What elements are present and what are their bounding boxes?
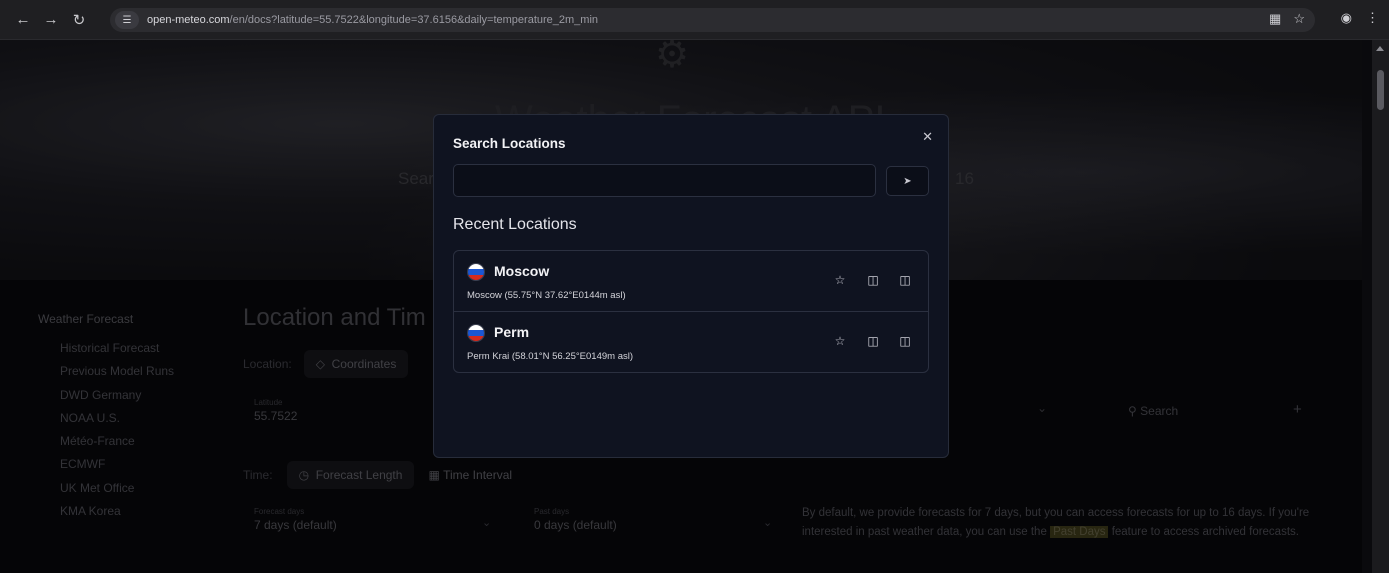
sidebar-item-meteo-france[interactable]: Météo-France [60, 430, 218, 453]
search-locations-modal: Search Locations ✕ ➤ Recent Locations Mo… [433, 114, 949, 458]
sidebar-item-previous-model-runs[interactable]: Previous Model Runs [60, 360, 218, 383]
url-text[interactable]: open-meteo.com/en/docs?latitude=55.7522&… [147, 14, 598, 26]
past-days-value: 0 days (default) [534, 518, 617, 532]
sidebar-item-dwd-germany[interactable]: DWD Germany [60, 384, 218, 407]
past-days-link[interactable]: Past Days [1050, 526, 1109, 538]
delete-icon[interactable]: ◫ [865, 333, 881, 349]
sidebar-item-uk-met-office[interactable]: UK Met Office [60, 477, 218, 500]
bookmark-star-icon[interactable]: ☆ [1293, 11, 1305, 27]
latitude-field[interactable]: Latitude 55.7522 [254, 398, 297, 423]
forecast-days-select[interactable]: Forecast days 7 days (default) [254, 507, 337, 532]
forecast-length-label: Forecast Length [315, 468, 403, 482]
url-path: /en/docs?latitude=55.7522&longitude=37.6… [229, 14, 599, 26]
scrollbar-thumb[interactable] [1377, 70, 1384, 110]
time-interval-label: Time Interval [443, 468, 513, 482]
hero-subtitle-right: 16 [955, 169, 974, 188]
sidebar-item-historical-forecast[interactable]: Historical Forecast [60, 337, 218, 360]
profile-icon[interactable]: ◉ [1341, 10, 1352, 26]
time-row: Time: ◷ Forecast Length ▦ Time Interval [243, 461, 512, 489]
latitude-label: Latitude [254, 398, 283, 407]
past-days-label: Past days [534, 507, 570, 516]
tab-time-interval[interactable]: ▦ Time Interval [428, 468, 512, 482]
list-item[interactable]: Perm Perm Krai (58.01°N 56.25°E0149m asl… [454, 312, 928, 372]
clock-icon: ◷ [298, 468, 310, 482]
sidebar-item-kma-korea[interactable]: KMA Korea [60, 500, 218, 523]
location-detail: Perm Krai (58.01°N 56.25°E0149m asl) [467, 351, 634, 362]
chevron-down-icon[interactable]: ⌄ [763, 516, 772, 529]
coordinates-label: Coordinates [331, 357, 397, 371]
map-icon[interactable]: ◫ [897, 333, 913, 349]
back-icon[interactable]: ← [12, 9, 34, 31]
chevron-down-icon[interactable]: ⌄ [482, 516, 491, 529]
page-content: ⚙ Weather Forecast API Sear 16 Weather F… [0, 40, 1372, 573]
list-item[interactable]: Moscow Moscow (55.75°N 37.62°E0144m asl)… [454, 251, 928, 312]
forecast-days-label: Forecast days [254, 507, 305, 516]
site-info-icon[interactable]: ☰ [115, 11, 139, 29]
description-text-post: feature to access archived forecasts. [1111, 526, 1299, 538]
location-detail: Moscow (55.75°N 37.62°E0144m asl) [467, 290, 626, 301]
recent-locations-title: Recent Locations [453, 216, 577, 233]
latitude-value: 55.7522 [254, 409, 298, 423]
recent-locations-list: Moscow Moscow (55.75°N 37.62°E0144m asl)… [453, 250, 929, 373]
scroll-up-icon[interactable] [1376, 46, 1384, 51]
diamond-icon: ◇ [315, 357, 325, 371]
favorite-star-icon[interactable]: ☆ [832, 333, 848, 349]
search-icon: ⚲ [1128, 404, 1137, 418]
location-name[interactable]: Moscow [494, 263, 549, 279]
delete-icon[interactable]: ◫ [865, 272, 881, 288]
gear-icon: ⚙ [654, 40, 690, 76]
address-bar[interactable]: ☰ open-meteo.com/en/docs?latitude=55.752… [110, 8, 1315, 32]
coordinates-tab[interactable]: ◇ Coordinates [303, 350, 409, 378]
menu-icon[interactable]: ⋮ [1366, 10, 1379, 26]
russia-flag-icon [467, 324, 485, 342]
sidebar-heading[interactable]: Weather Forecast [38, 312, 218, 326]
sidebar-item-noaa-us[interactable]: NOAA U.S. [60, 407, 218, 430]
section-title: Location and Tim [243, 304, 426, 331]
location-label: Location: [243, 357, 292, 371]
page-scrollbar[interactable] [1372, 40, 1389, 573]
forward-icon[interactable]: → [40, 9, 62, 31]
modal-title: Search Locations [453, 136, 566, 151]
sidebar-item-ecmwf[interactable]: ECMWF [60, 453, 218, 476]
map-icon[interactable]: ◫ [897, 272, 913, 288]
location-search-input[interactable] [453, 164, 876, 197]
favorite-star-icon[interactable]: ☆ [832, 272, 848, 288]
calendar-icon: ▦ [428, 468, 440, 482]
browser-toolbar: ← → ↻ ☰ open-meteo.com/en/docs?latitude=… [0, 0, 1389, 40]
close-icon[interactable]: ✕ [922, 129, 933, 145]
location-row: Location: ◇ Coordinates [243, 350, 409, 378]
navigation-arrow-icon: ➤ [903, 175, 912, 187]
add-location-icon[interactable]: + [1293, 401, 1302, 418]
docs-sidebar: Weather Forecast Historical Forecast Pre… [38, 312, 218, 523]
hero-subtitle-left: Sear [398, 169, 434, 188]
time-label: Time: [243, 468, 273, 482]
russia-flag-icon [467, 263, 485, 281]
forecast-days-value: 7 days (default) [254, 518, 337, 532]
forecast-description: By default, we provide forecasts for 7 d… [802, 504, 1322, 542]
search-button[interactable]: ⚲ Search [1128, 404, 1178, 418]
chevron-down-icon[interactable]: ⌄ [1037, 401, 1047, 415]
translate-icon[interactable]: ▦ [1269, 11, 1281, 27]
current-location-button[interactable]: ➤ [886, 166, 929, 196]
search-label: Search [1140, 404, 1179, 418]
location-name[interactable]: Perm [494, 324, 529, 340]
reload-icon[interactable]: ↻ [68, 9, 90, 31]
tab-forecast-length[interactable]: ◷ Forecast Length [286, 461, 415, 489]
url-host: open-meteo.com [147, 14, 230, 26]
past-days-select[interactable]: Past days 0 days (default) [534, 507, 617, 532]
